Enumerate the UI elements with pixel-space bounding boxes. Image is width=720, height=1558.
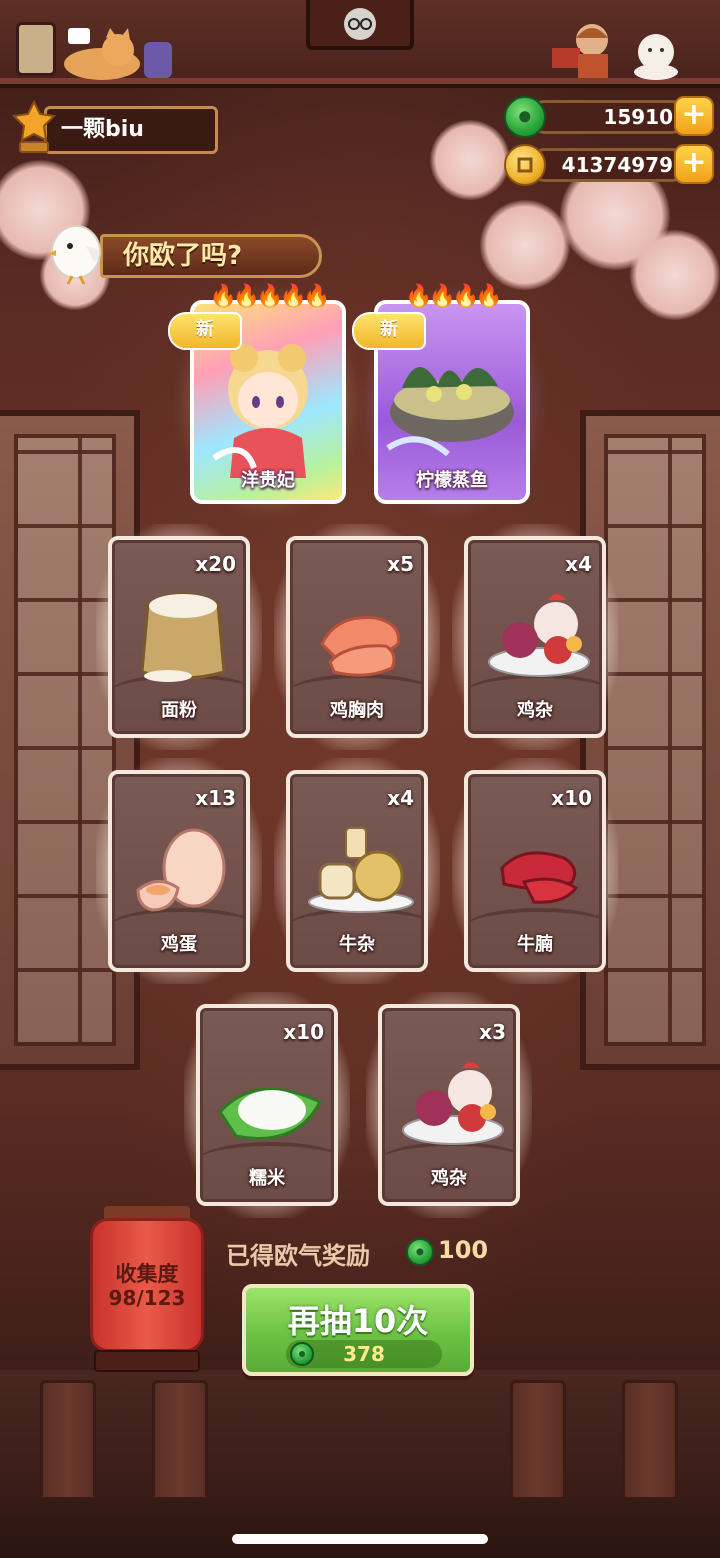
gold-coin-icon [504,144,546,186]
item-name: 鸡蛋 [161,934,197,955]
draw-button-label: 再抽10次 [287,1302,429,1340]
item-card-chicken-giblets-2[interactable]: x3 鸡杂 [366,992,532,1218]
collection-lantern[interactable]: 收集度 98/123 [90,1206,204,1376]
reward-label: 已得欧气奖励 [226,1242,370,1270]
lucky-banner: 你欧了吗? [46,216,322,286]
item-count: x4 [565,552,592,576]
framed-picture [16,22,56,76]
add-coins-button[interactable]: + [674,144,714,184]
banner-text: 你欧了吗? [100,234,322,278]
draw-cost-value: 378 [343,1342,385,1366]
jade-icon [406,1238,434,1266]
egg-icon [136,828,226,912]
chicken-giblets-icon [488,594,590,677]
item-name: 鸡杂 [517,700,553,721]
beef-brisket-icon [500,851,579,904]
floor [0,1370,720,1558]
cat-decoration [60,28,144,80]
item-name: 牛杂 [339,934,375,955]
item-count: x5 [387,552,414,576]
coin-currency: 41374979 + [504,144,714,186]
item-count: x3 [479,1020,506,1044]
flour-icon [140,592,226,682]
doll-decoration [552,18,622,80]
item-count: x20 [195,552,236,576]
item-name: 面粉 [161,700,197,721]
draw-cost: 378 [286,1340,442,1368]
rarity-flames: 🔥🔥🔥🔥 [405,284,503,309]
special-card-1[interactable]: 🔥🔥🔥🔥🔥 新 洋贵妃 [168,284,360,518]
item-count: x4 [387,786,414,810]
jade-icon [504,96,546,138]
top-shelf [0,0,720,88]
glutinous-rice-icon [218,1087,323,1140]
item-card-glutinous-rice[interactable]: x10 糯米 [184,992,350,1218]
item-name: 鸡杂 [431,1168,467,1189]
item-name: 糯米 [249,1168,285,1189]
item-card-beef-offal[interactable]: x4 牛杂 [274,758,440,984]
reward-value: 100 [438,1236,489,1264]
item-count: x10 [551,786,592,810]
draw-again-button[interactable]: 再抽10次 378 [242,1284,474,1376]
collection-label: 收集度 [115,1262,179,1286]
item-card-flour[interactable]: x20 面粉 [96,524,262,750]
game-scene: 一颗biu 15910 + 41374979 + 你欧了吗? 🔥🔥🔥🔥🔥 新 洋… [0,0,720,1558]
item-card-chicken-giblets[interactable]: x4 鸡杂 [452,524,618,750]
consort-portrait-icon [212,344,308,478]
card-name: 柠檬蒸鱼 [416,470,488,491]
item-count: x13 [195,786,236,810]
home-indicator[interactable] [232,1534,488,1544]
card-name: 洋贵妃 [241,470,295,491]
item-count: x10 [283,1020,324,1044]
item-card-chicken-breast[interactable]: x5 鸡胸肉 [274,524,440,750]
jade-currency: 15910 + [504,96,714,138]
new-tag: 新 [352,312,426,350]
rarity-flames: 🔥🔥🔥🔥🔥 [209,284,331,309]
lucky-reward: 已得欧气奖励 100 [226,1236,488,1272]
hanging-sign [306,0,414,50]
player-info: 一颗biu [10,99,218,156]
beef-offal-icon [308,827,414,913]
new-tag: 新 [168,312,242,350]
jade-amount: 15910 [528,100,688,134]
white-cat-decoration [628,30,684,80]
trophy-icon[interactable] [10,99,58,156]
lemon-steamed-fish-icon [386,366,514,457]
item-card-egg[interactable]: x13 鸡蛋 [96,758,262,984]
player-name: 一颗biu [44,106,218,154]
chick-icon [46,216,110,286]
item-card-beef-brisket[interactable]: x10 牛腩 [452,758,618,984]
coin-amount: 41374979 [528,148,688,182]
item-name: 鸡胸肉 [330,700,384,721]
chicken-giblets-icon [402,1062,504,1145]
special-card-2[interactable]: 🔥🔥🔥🔥 新 柠檬蒸鱼 [352,284,544,518]
chicken-breast-icon [320,616,401,677]
collection-progress: 98/123 [108,1286,186,1310]
item-name: 牛腩 [517,934,553,955]
add-jade-button[interactable]: + [674,96,714,136]
